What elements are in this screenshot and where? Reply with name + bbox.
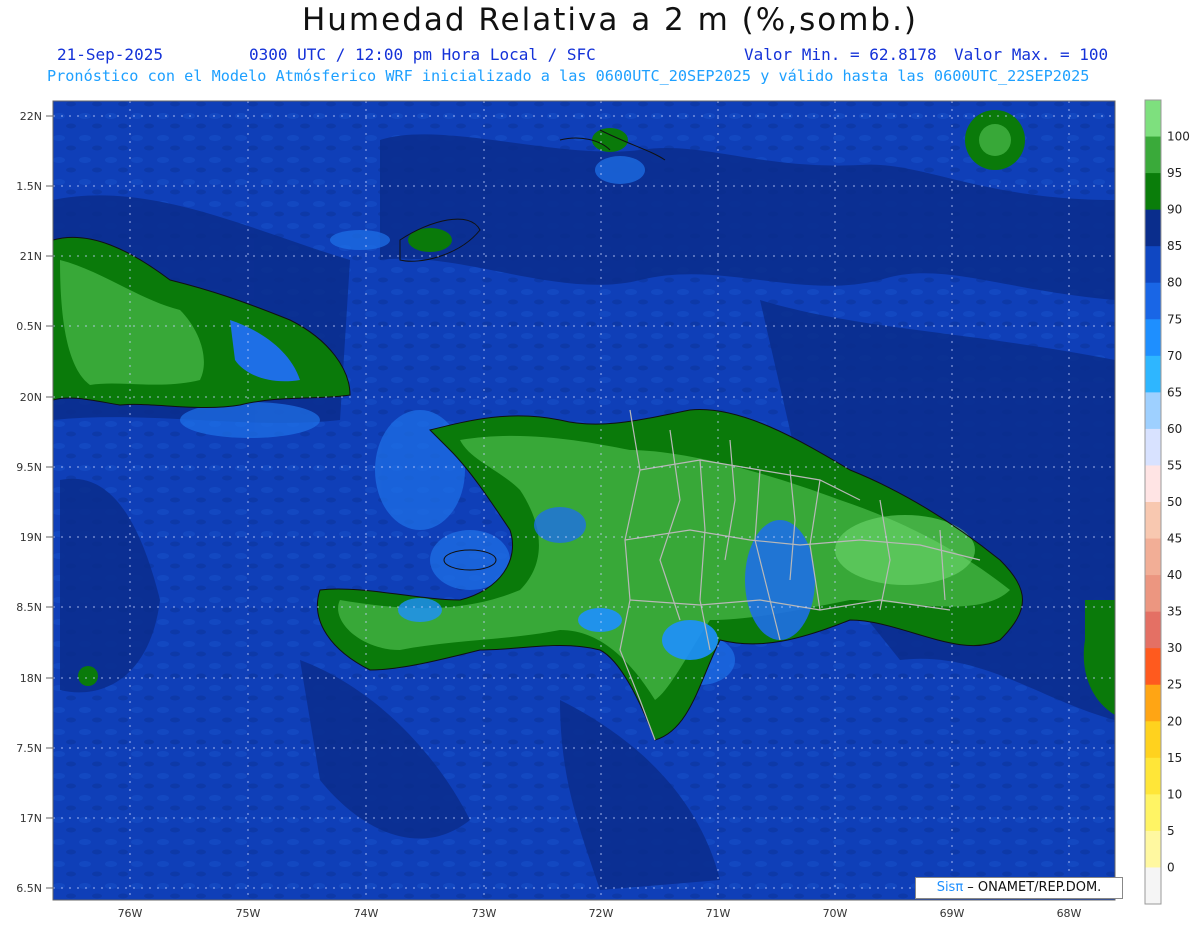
colorbar-label: 70 xyxy=(1167,349,1182,363)
lat-label: 6.5N xyxy=(16,882,42,895)
latitude-axis: 22N 1.5N 21N 0.5N 20N 9.5N 19N 8.5N 18N … xyxy=(16,110,42,895)
colorbar-swatch xyxy=(1145,757,1161,795)
colorbar-swatch xyxy=(1145,465,1161,503)
colorbar-label: 60 xyxy=(1167,422,1182,436)
colorbar-label: 40 xyxy=(1167,568,1182,582)
lat-label: 1.5N xyxy=(16,180,42,193)
colorbar-swatch xyxy=(1145,392,1161,430)
colorbar-label: 15 xyxy=(1167,751,1182,765)
colorbar-swatch xyxy=(1145,282,1161,320)
colorbar-swatch xyxy=(1145,100,1161,138)
colorbar-label: 55 xyxy=(1167,458,1182,472)
humidity-map: 22N 1.5N 21N 0.5N 20N 9.5N 19N 8.5N 18N … xyxy=(16,99,1190,920)
lat-label: 20N xyxy=(20,391,42,404)
lon-label: 75W xyxy=(236,907,261,920)
colorbar-label: 50 xyxy=(1167,495,1182,509)
colorbar-swatch xyxy=(1145,209,1161,247)
colorbar-label: 0 xyxy=(1167,860,1175,874)
colorbar-swatch xyxy=(1145,794,1161,832)
colorbar-swatch xyxy=(1145,173,1161,211)
colorbar-swatch xyxy=(1145,136,1161,174)
lon-label: 69W xyxy=(940,907,965,920)
lon-label: 71W xyxy=(706,907,731,920)
colorbar-label: 35 xyxy=(1167,605,1182,619)
lat-label: 7.5N xyxy=(16,742,42,755)
credit-box: Sisπ – ONAMET/REP.DOM. xyxy=(915,877,1123,899)
colorbar-swatch xyxy=(1145,611,1161,649)
colorbar-label: 65 xyxy=(1167,385,1182,399)
lon-label: 68W xyxy=(1057,907,1082,920)
colorbar-label: 25 xyxy=(1167,678,1182,692)
colorbar-swatch xyxy=(1145,575,1161,613)
lon-label: 74W xyxy=(354,907,379,920)
colorbar-swatch xyxy=(1145,246,1161,284)
colorbar-swatch xyxy=(1145,538,1161,576)
lon-label: 76W xyxy=(118,907,143,920)
colorbar-swatch xyxy=(1145,648,1161,686)
colorbar-swatch xyxy=(1145,830,1161,868)
sis-logo-text: Sisπ xyxy=(936,880,964,895)
colorbar-label: 45 xyxy=(1167,532,1182,546)
lat-label: 19N xyxy=(20,531,42,544)
colorbar: 1009590858075706560555045403530252015105… xyxy=(1144,99,1190,905)
colorbar-label: 90 xyxy=(1167,203,1182,217)
lat-label: 8.5N xyxy=(16,601,42,614)
colorbar-swatch xyxy=(1145,684,1161,722)
colorbar-swatch xyxy=(1145,502,1161,540)
lat-label: 17N xyxy=(20,812,42,825)
lat-label: 0.5N xyxy=(16,320,42,333)
colorbar-label: 10 xyxy=(1167,787,1182,801)
credit-text: – ONAMET/REP.DOM. xyxy=(963,880,1102,895)
colorbar-swatch xyxy=(1145,319,1161,357)
lon-label: 73W xyxy=(472,907,497,920)
colorbar-label: 20 xyxy=(1167,714,1182,728)
lon-label: 72W xyxy=(589,907,614,920)
colorbar-swatch xyxy=(1145,867,1161,905)
colorbar-label: 100 xyxy=(1167,130,1190,144)
colorbar-label: 75 xyxy=(1167,312,1182,326)
colorbar-label: 5 xyxy=(1167,824,1175,838)
lat-label: 22N xyxy=(20,110,42,123)
colorbar-label: 80 xyxy=(1167,276,1182,290)
lat-label: 18N xyxy=(20,672,42,685)
lon-label: 70W xyxy=(823,907,848,920)
longitude-axis: 76W 75W 74W 73W 72W 71W 70W 69W 68W xyxy=(118,907,1082,920)
colorbar-swatch xyxy=(1145,721,1161,759)
colorbar-label: 85 xyxy=(1167,239,1182,253)
lat-label: 21N xyxy=(20,250,42,263)
colorbar-label: 30 xyxy=(1167,641,1182,655)
colorbar-label: 95 xyxy=(1167,166,1182,180)
lat-label: 9.5N xyxy=(16,461,42,474)
colorbar-swatch xyxy=(1145,428,1161,466)
colorbar-swatch xyxy=(1145,355,1161,393)
